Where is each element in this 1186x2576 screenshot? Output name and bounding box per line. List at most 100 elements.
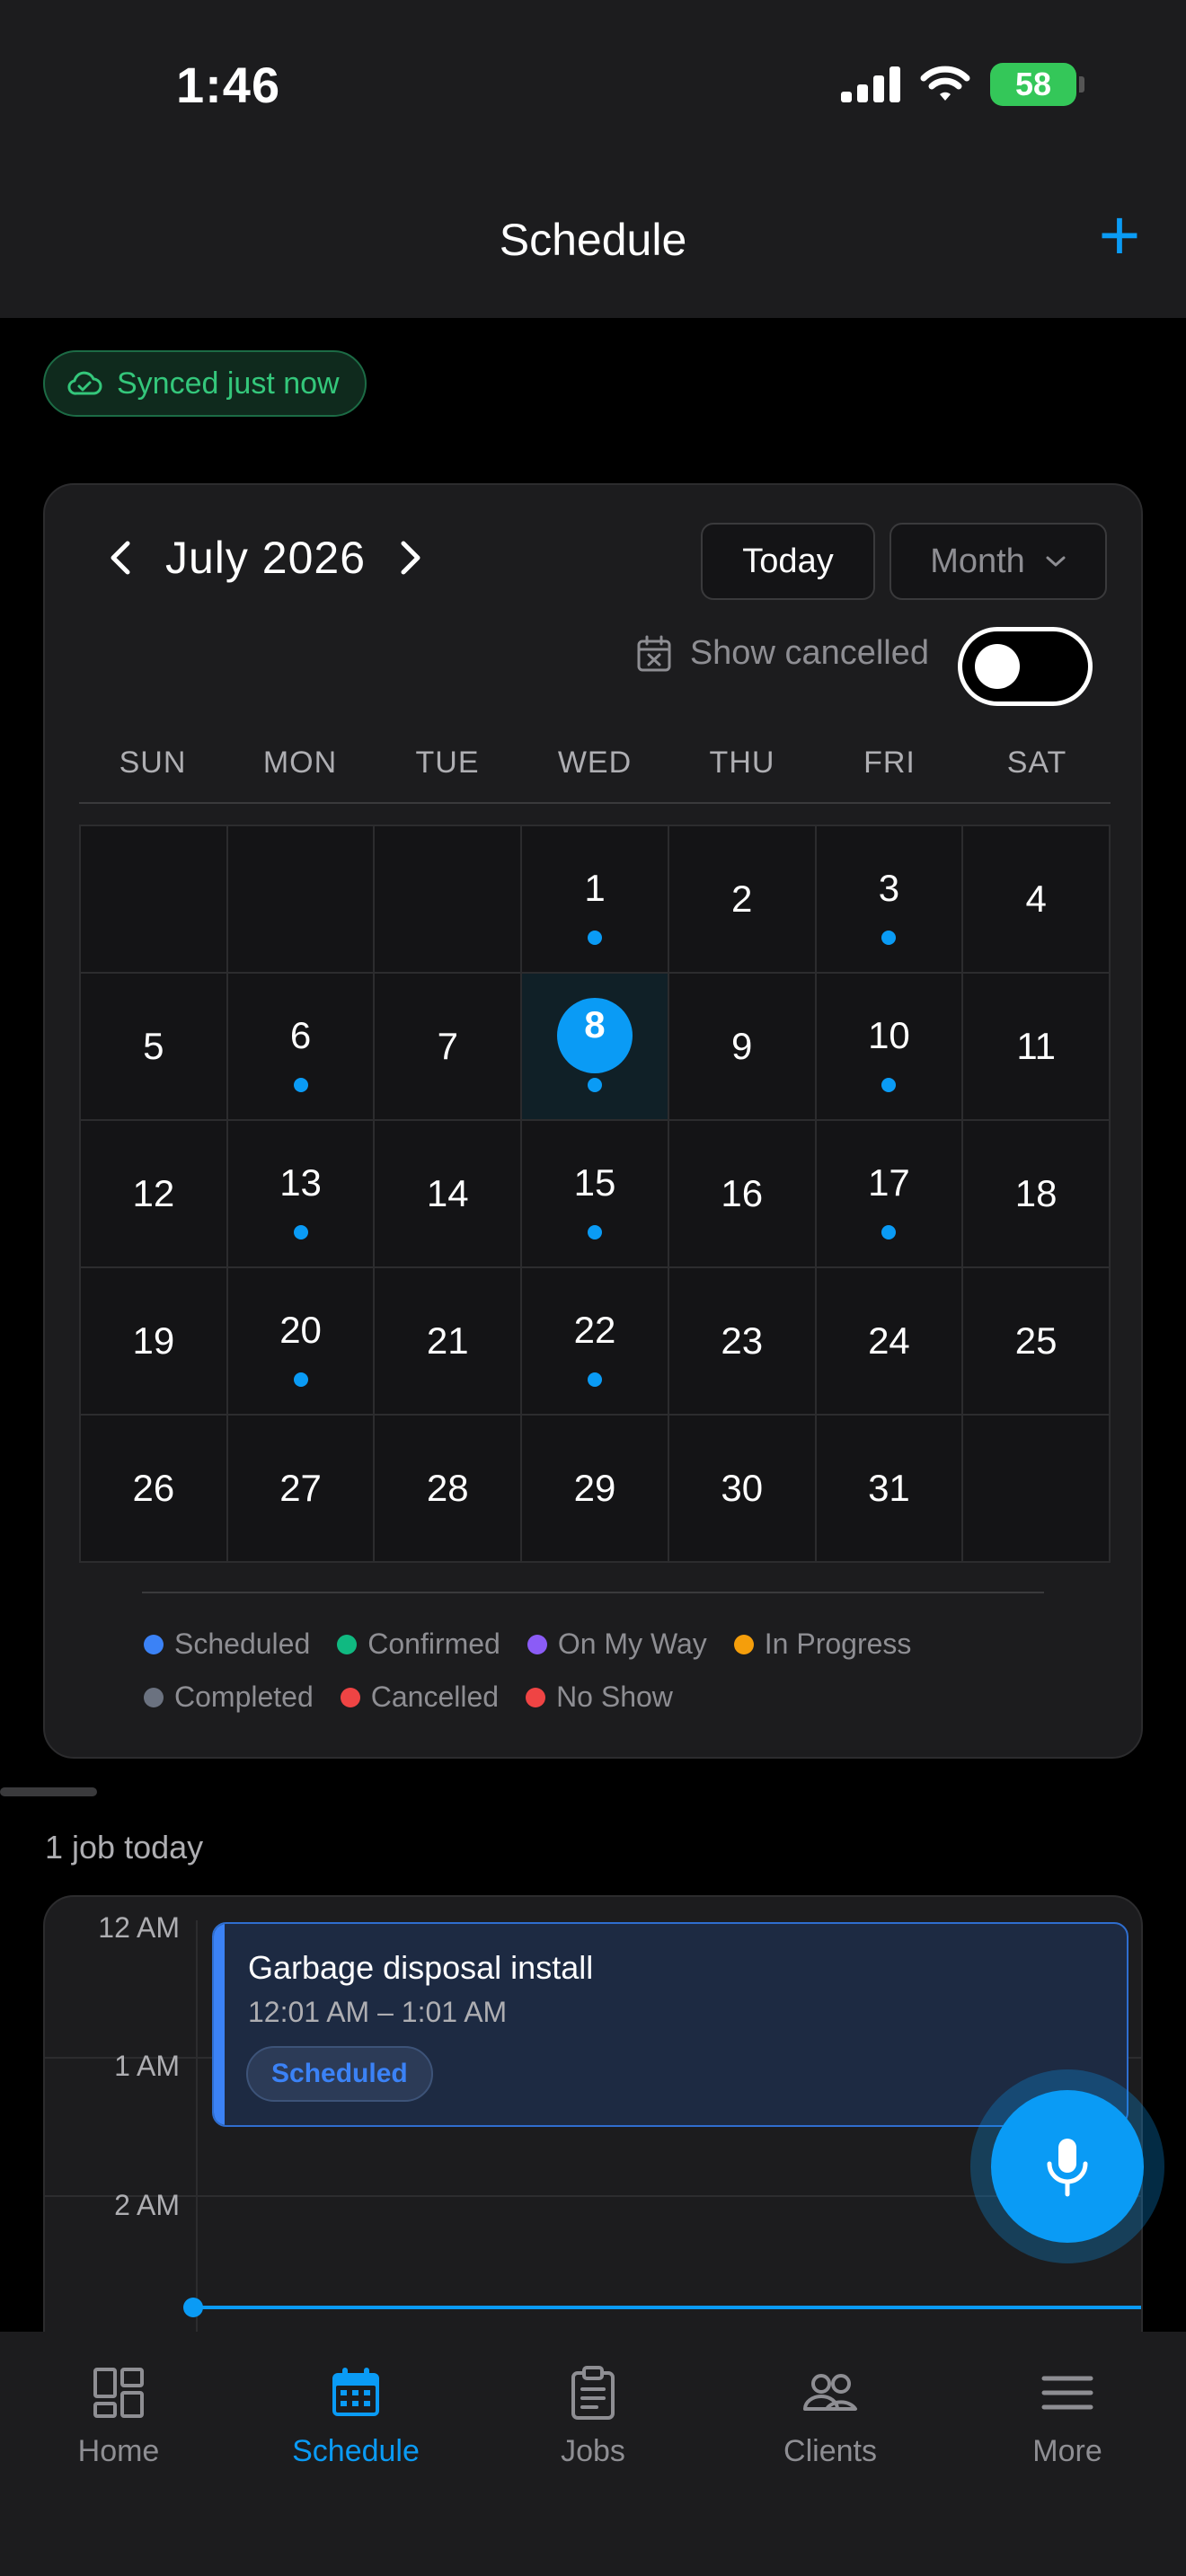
month-grid: 1 2 3 4 5 6 7 8 9 10 11 12 13 14 15 16 17 18 19 20 21 22 23 24 2…: [79, 825, 1111, 1563]
day-cell[interactable]: 12: [81, 1121, 228, 1268]
event-card[interactable]: Garbage disposal install 12:01 AM – 1:01…: [212, 1922, 1128, 2127]
day-cell[interactable]: 27: [227, 1416, 376, 1563]
day-number: 18: [1014, 1172, 1058, 1214]
day-cell[interactable]: 25: [963, 1268, 1111, 1416]
battery-level: 58: [1014, 66, 1052, 102]
tab-home[interactable]: Home: [0, 2364, 237, 2576]
day-number: 11: [1016, 1025, 1056, 1067]
legend-item: On My Way: [527, 1628, 707, 1661]
sheet-drag-handle[interactable]: [0, 1787, 97, 1796]
day-cell[interactable]: 30: [668, 1416, 817, 1563]
day-cell[interactable]: 1: [522, 826, 669, 974]
empty-day-cell: [963, 1416, 1111, 1563]
sync-label: Synced just now: [117, 366, 340, 401]
next-month-button[interactable]: [393, 540, 429, 576]
day-cell[interactable]: 14: [375, 1121, 523, 1268]
day-number: 29: [573, 1467, 616, 1509]
day-cell[interactable]: 16: [668, 1121, 817, 1268]
tab-clients[interactable]: Clients: [712, 2364, 949, 2576]
legend-label: On My Way: [557, 1628, 707, 1660]
tab-schedule[interactable]: Schedule: [237, 2364, 474, 2576]
day-number: 8: [584, 1003, 606, 1045]
day-number: 20: [279, 1309, 322, 1351]
day-cell[interactable]: 26: [81, 1416, 228, 1563]
day-cell[interactable]: 4: [963, 826, 1111, 974]
day-cell[interactable]: 11: [963, 974, 1111, 1121]
calendar-x-icon: [637, 635, 671, 671]
day-number: 7: [437, 1025, 458, 1067]
show-cancelled-control: Show cancelled: [636, 634, 929, 673]
day-number: 17: [868, 1161, 910, 1204]
legend-label: Cancelled: [370, 1681, 500, 1713]
day-cell[interactable]: 29: [522, 1416, 669, 1563]
day-number: 4: [1025, 878, 1047, 920]
current-time-dot: [183, 2298, 203, 2317]
day-cell[interactable]: 10: [816, 974, 964, 1121]
cloud-check-icon: [67, 371, 102, 395]
view-select[interactable]: Month: [890, 523, 1107, 600]
tab-jobs[interactable]: Jobs: [474, 2364, 712, 2576]
day-cell[interactable]: 31: [816, 1416, 964, 1563]
legend-item: Completed: [144, 1681, 314, 1714]
voice-button[interactable]: [970, 2069, 1164, 2263]
day-cell[interactable]: 9: [668, 974, 817, 1121]
status-legend: Scheduled Confirmed On My Way In Progress Co…: [144, 1628, 1096, 1714]
day-cell[interactable]: 24: [816, 1268, 964, 1416]
today-button[interactable]: Today: [701, 523, 875, 600]
legend-swatch: [526, 1687, 546, 1707]
legend-item: Scheduled: [144, 1628, 310, 1661]
jobs-count: 1 job today: [45, 1829, 204, 1866]
prev-month-button[interactable]: [102, 540, 138, 576]
day-cell[interactable]: 2: [668, 826, 817, 974]
day-number: 15: [573, 1161, 616, 1204]
day-cell[interactable]: 7: [375, 974, 523, 1121]
menu-icon: [1041, 2376, 1093, 2410]
tab-label: Schedule: [292, 2434, 420, 2468]
day-cell[interactable]: 22: [522, 1268, 669, 1416]
legend-swatch: [144, 1634, 164, 1654]
today-indicator: 8: [556, 998, 633, 1073]
voice-button-inner: [991, 2090, 1144, 2243]
chevron-down-icon: [1046, 556, 1066, 567]
legend-swatch: [144, 1687, 164, 1707]
chevron-right-icon: [401, 541, 420, 575]
job-indicator-dot: [881, 1078, 897, 1092]
page-title: Schedule: [499, 215, 687, 265]
tab-more[interactable]: More: [949, 2364, 1186, 2576]
legend-item: In Progress: [733, 1628, 911, 1661]
day-number: 16: [721, 1172, 764, 1214]
legend-label: Completed: [174, 1681, 314, 1713]
day-cell[interactable]: 13: [227, 1121, 376, 1268]
empty-day-cell: [375, 826, 523, 974]
day-number: 27: [279, 1467, 322, 1509]
users-icon: [803, 2374, 857, 2411]
day-cell[interactable]: 17: [816, 1121, 964, 1268]
day-cell[interactable]: 23: [668, 1268, 817, 1416]
job-indicator-dot: [881, 931, 897, 945]
day-cell[interactable]: 15: [522, 1121, 669, 1268]
day-cell[interactable]: 3: [816, 826, 964, 974]
day-cell[interactable]: 6: [227, 974, 376, 1121]
day-cell[interactable]: 21: [375, 1268, 523, 1416]
job-indicator-dot: [587, 1372, 602, 1387]
status-time: 1:46: [176, 57, 281, 113]
day-cell[interactable]: 18: [963, 1121, 1111, 1268]
legend-item: Confirmed: [337, 1628, 500, 1661]
day-number: 2: [731, 878, 753, 920]
job-indicator-dot: [587, 931, 602, 945]
event-title: Garbage disposal install: [248, 1949, 594, 1986]
day-number: 1: [584, 867, 606, 909]
add-button[interactable]: +: [1093, 199, 1146, 271]
sync-status-badge: Synced just now: [43, 350, 367, 417]
wifi-icon: [920, 66, 970, 101]
day-cell-today[interactable]: 8: [522, 974, 669, 1121]
day-cell[interactable]: 5: [81, 974, 228, 1121]
weekday-label: MON: [262, 745, 338, 780]
day-cell[interactable]: 19: [81, 1268, 228, 1416]
day-cell[interactable]: 28: [375, 1416, 523, 1563]
tab-bar: Home Schedule Jobs Clients More: [0, 2332, 1186, 2576]
show-cancelled-label: Show cancelled: [689, 634, 929, 672]
day-cell[interactable]: 20: [227, 1268, 376, 1416]
show-cancelled-toggle[interactable]: [958, 627, 1093, 706]
weekday-label: SUN: [119, 745, 187, 780]
